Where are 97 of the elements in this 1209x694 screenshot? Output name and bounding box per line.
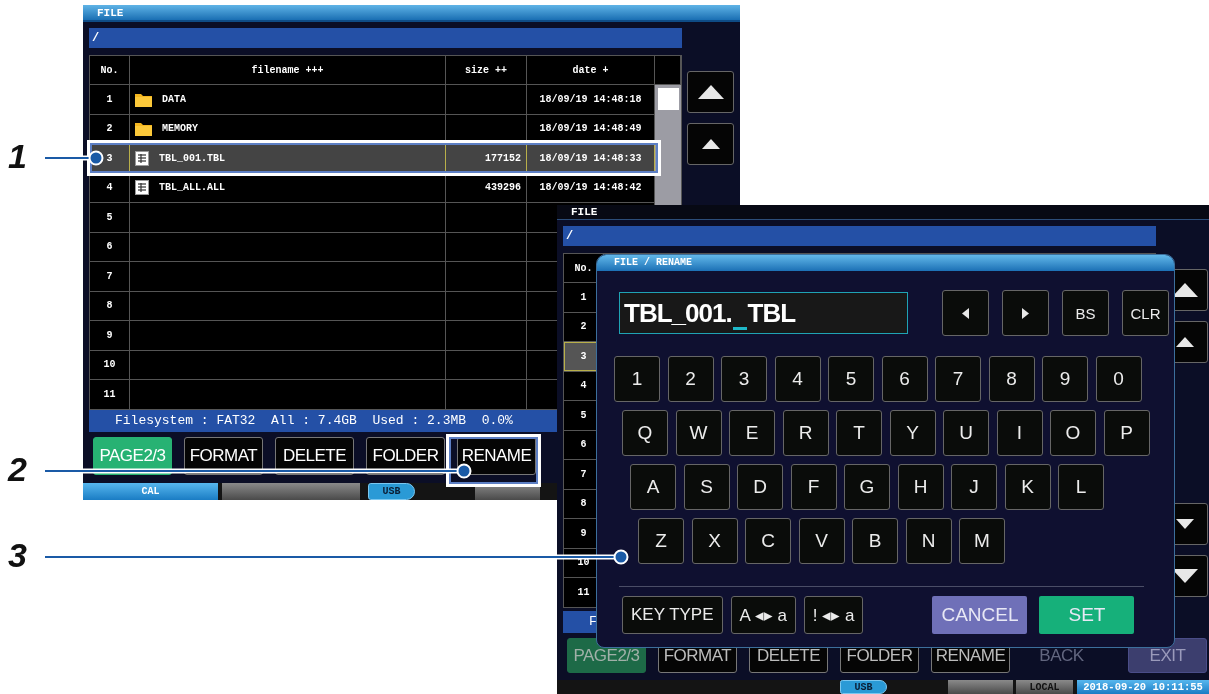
keyboard-key[interactable]: N: [905, 518, 952, 564]
table-cell: 439296: [446, 173, 527, 202]
cursor-right-key[interactable]: [1002, 290, 1049, 336]
table-cell: 4: [90, 173, 130, 202]
path-bar: /: [89, 28, 682, 48]
key-mode-button[interactable]: KEY TYPE: [622, 596, 723, 634]
keyboard-key[interactable]: W: [675, 410, 722, 456]
row-number-cell[interactable]: 5: [90, 203, 130, 232]
keyboard-key[interactable]: I: [996, 410, 1043, 456]
keyboard-key[interactable]: T: [836, 410, 882, 456]
file-name: DATA: [162, 93, 186, 105]
callout-number: 2: [8, 449, 27, 489]
folder-icon: [135, 91, 152, 107]
keyboard-key[interactable]: 1: [614, 356, 660, 402]
row-number-cell[interactable]: 11: [90, 380, 130, 409]
keyboard-key[interactable]: J: [951, 464, 997, 510]
keyboard-key[interactable]: B: [852, 518, 898, 564]
keyboard-key[interactable]: F: [790, 464, 837, 510]
keyboard-key[interactable]: R: [782, 410, 829, 456]
file-row[interactable]: 4 TBL_ALL.ALL 439296 18/09/19 14:48:42: [90, 172, 655, 202]
column-header: No.: [90, 56, 130, 84]
keyboard-key[interactable]: Q: [622, 410, 668, 456]
file-name: TBL_ALL.ALL: [159, 182, 225, 194]
key-mode-button[interactable]: ! ◂▸ a: [803, 596, 864, 634]
keyboard-key[interactable]: D: [737, 464, 783, 510]
file-row[interactable]: 1 DATA 18/09/19 14:48:18: [90, 84, 655, 114]
keyboard-key[interactable]: Z: [638, 518, 684, 564]
keyboard-key[interactable]: 8: [988, 356, 1035, 402]
keyboard-key[interactable]: A: [630, 464, 676, 510]
up-arrow-icon: [1175, 337, 1194, 347]
document-icon: [135, 180, 149, 196]
keyboard-key[interactable]: K: [1004, 464, 1051, 510]
keyboard-key[interactable]: 3: [721, 356, 767, 402]
row-number-cell[interactable]: 7: [90, 262, 130, 291]
softkey-button[interactable]: RENAME: [457, 437, 536, 475]
keyboard-key[interactable]: C: [745, 518, 791, 564]
mode-indicator: CAL: [83, 483, 218, 500]
keyboard-key[interactable]: 7: [935, 356, 981, 402]
keyboard-key[interactable]: G: [844, 464, 890, 510]
path-bar: /: [563, 226, 1156, 246]
keyboard-key[interactable]: L: [1058, 464, 1104, 510]
dialog-title: FILE / RENAME: [597, 255, 1174, 271]
file-row[interactable]: 2 MEMORY 18/09/19 14:48:49: [90, 113, 655, 143]
keyboard-key[interactable]: 5: [828, 356, 874, 402]
keyboard-key[interactable]: P: [1103, 410, 1150, 456]
key-mode-button[interactable]: A ◂▸ a: [730, 596, 796, 634]
left-arrow-icon: [962, 307, 969, 319]
column-header: filename +++: [130, 56, 446, 84]
keyboard-key[interactable]: O: [1050, 410, 1096, 456]
right-arrow-icon: [1022, 307, 1029, 319]
window-title: FILE: [83, 5, 740, 22]
keyboard-key[interactable]: CLR: [1122, 290, 1169, 336]
clock-display: 2018-09-20 10:11:55: [1077, 680, 1209, 694]
keyboard-key[interactable]: BS: [1062, 290, 1109, 336]
page-up-button[interactable]: [687, 71, 734, 113]
row-number-cell[interactable]: 6: [90, 232, 130, 261]
cancel-button[interactable]: CANCEL: [932, 596, 1028, 634]
leader-line: [45, 150, 104, 166]
usb-indicator: USB: [840, 680, 887, 694]
keyboard-key[interactable]: X: [691, 518, 738, 564]
folder-icon: [135, 121, 152, 137]
status-segment: [948, 680, 1013, 694]
keyboard-key[interactable]: 9: [1042, 356, 1088, 402]
table-cell: 2: [90, 114, 130, 143]
line-up-button[interactable]: [687, 123, 734, 165]
keyboard-key[interactable]: 0: [1095, 356, 1142, 402]
up-arrow-icon: [701, 139, 720, 149]
window-title: FILE: [557, 205, 1209, 220]
keyboard-key[interactable]: 6: [881, 356, 928, 402]
keyboard-key[interactable]: 4: [774, 356, 821, 402]
callout-number: 3: [8, 535, 27, 575]
row-number-cell[interactable]: 10: [90, 350, 130, 379]
column-header: date +: [527, 56, 655, 84]
keyboard-key[interactable]: S: [683, 464, 730, 510]
usb-indicator: USB: [368, 483, 415, 500]
keyboard-key[interactable]: 2: [667, 356, 714, 402]
row-number-cell[interactable]: 9: [90, 321, 130, 350]
keyboard-key[interactable]: H: [897, 464, 944, 510]
row-number-cell[interactable]: 8: [90, 291, 130, 320]
up-arrow-icon: [697, 85, 724, 99]
file-name: MEMORY: [162, 123, 198, 135]
callout-number: 1: [8, 136, 27, 176]
local-indicator: LOCAL: [1016, 680, 1073, 694]
keyboard-key[interactable]: E: [729, 410, 775, 456]
document-icon: [135, 150, 149, 166]
keyboard-key[interactable]: U: [943, 410, 989, 456]
keyboard-key[interactable]: V: [798, 518, 845, 564]
cursor-left-key[interactable]: [942, 290, 989, 336]
scrollbar-thumb[interactable]: [658, 88, 679, 110]
keyboard-key[interactable]: M: [959, 518, 1005, 564]
table-cell: 177152: [446, 144, 527, 173]
down-arrow-icon: [1175, 519, 1194, 529]
table-cell: 1: [90, 85, 130, 114]
column-header: size ++: [446, 56, 527, 84]
file-name: TBL_001.TBL: [159, 152, 225, 164]
filename-input-field[interactable]: TBL_001. TBL: [619, 292, 908, 334]
keyboard-key[interactable]: Y: [889, 410, 936, 456]
